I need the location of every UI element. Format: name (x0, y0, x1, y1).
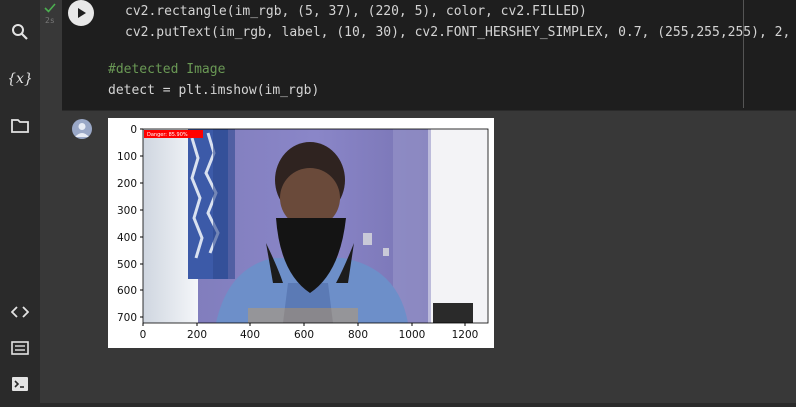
detection-label: Danger: 85.90% (147, 132, 188, 138)
y-tick-label: 100 (117, 151, 137, 163)
search-icon[interactable] (8, 20, 32, 44)
play-icon (78, 8, 86, 18)
line-length-ruler (743, 0, 744, 108)
code-line-puttext: cv2.putText(im_rgb, label, (10, 30), cv2… (125, 25, 791, 40)
code-snippets-icon[interactable] (8, 300, 32, 324)
y-tick-label: 0 (130, 124, 137, 136)
x-tick-label: 1200 (452, 329, 479, 341)
y-tick-label: 200 (117, 178, 137, 190)
detected-image: Danger: 85.90% (143, 129, 488, 323)
code-line-imshow: detect = plt.imshow(im_rgb) (108, 83, 320, 98)
terminal-icon[interactable] (8, 372, 32, 396)
y-axis: 0 100 200 300 400 500 600 700 (117, 124, 143, 324)
y-tick-label: 400 (117, 232, 137, 244)
x-tick-label: 1000 (399, 329, 426, 341)
x-tick-label: 600 (294, 329, 314, 341)
x-axis: 0 200 400 600 800 1000 1200 (140, 323, 479, 341)
run-cell-button[interactable] (68, 0, 94, 26)
variables-icon[interactable]: {x} (8, 66, 32, 90)
bottom-edge (0, 403, 796, 407)
svg-text:{x}: {x} (9, 71, 31, 87)
y-tick-label: 600 (117, 285, 137, 297)
code-editor[interactable]: cv2.rectangle(im_rgb, (5, 37), (220, 5),… (108, 0, 790, 105)
success-check-icon (44, 3, 56, 13)
left-sidebar: {x} (0, 0, 40, 407)
matplotlib-output: Danger: 85.90% 0 100 200 300 400 500 600… (108, 118, 494, 348)
y-tick-label: 500 (117, 259, 137, 271)
cell-gutter (40, 0, 62, 358)
y-tick-label: 300 (117, 205, 137, 217)
x-tick-label: 200 (187, 329, 207, 341)
command-palette-icon[interactable] (8, 336, 32, 360)
code-line-rectangle: cv2.rectangle(im_rgb, (5, 37), (220, 5),… (125, 4, 587, 19)
x-tick-label: 0 (140, 329, 147, 341)
y-tick-label: 700 (117, 312, 137, 324)
x-tick-label: 400 (240, 329, 260, 341)
output-avatar (72, 119, 92, 139)
x-tick-label: 800 (348, 329, 368, 341)
folder-icon[interactable] (8, 114, 32, 138)
code-comment: #detected Image (108, 62, 226, 77)
execution-time: 2s (45, 16, 55, 25)
